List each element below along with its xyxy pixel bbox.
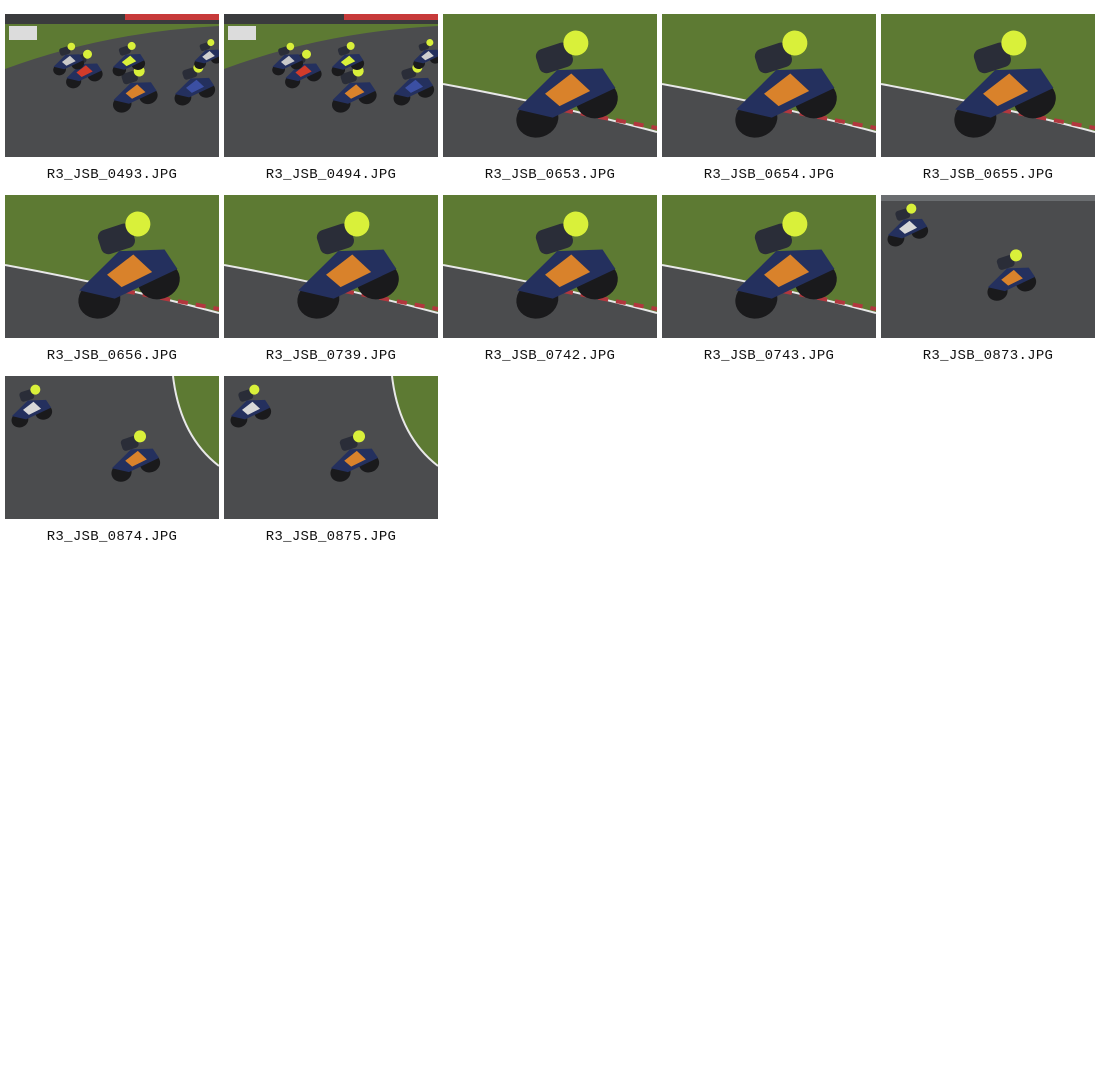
thumbnail-caption[interactable]: R3_JSB_0874.JPG (47, 529, 178, 545)
thumbnail-item[interactable]: R3_JSB_0655.JPG (881, 14, 1095, 195)
thumbnail-caption[interactable]: R3_JSB_0739.JPG (266, 348, 397, 364)
thumbnail-item[interactable]: R3_JSB_0742.JPG (443, 195, 657, 376)
thumbnail-caption[interactable]: R3_JSB_0875.JPG (266, 529, 397, 545)
thumbnail-image[interactable] (224, 376, 438, 519)
thumbnail-image[interactable] (5, 195, 219, 338)
thumbnail-item[interactable]: R3_JSB_0743.JPG (662, 195, 876, 376)
thumbnail-caption[interactable]: R3_JSB_0655.JPG (923, 167, 1054, 183)
thumbnail-item[interactable]: R3_JSB_0874.JPG (5, 376, 219, 557)
thumbnail-item[interactable]: R3_JSB_0875.JPG (224, 376, 438, 557)
thumbnail-item[interactable]: R3_JSB_0493.JPG (5, 14, 219, 195)
thumbnail-image[interactable] (443, 14, 657, 157)
thumbnail-item[interactable]: R3_JSB_0654.JPG (662, 14, 876, 195)
thumbnail-item[interactable]: R3_JSB_0656.JPG (5, 195, 219, 376)
thumbnail-caption[interactable]: R3_JSB_0494.JPG (266, 167, 397, 183)
thumbnail-image[interactable] (443, 195, 657, 338)
gallery-row: R3_JSB_0656.JPG R3_JSB_0739.JPG R3_JSB_0… (5, 195, 1100, 376)
thumbnail-image[interactable] (662, 14, 876, 157)
thumbnail-item[interactable]: R3_JSB_0653.JPG (443, 14, 657, 195)
thumbnail-image[interactable] (662, 195, 876, 338)
thumbnail-image[interactable] (224, 14, 438, 157)
thumbnail-caption[interactable]: R3_JSB_0493.JPG (47, 167, 178, 183)
thumbnail-caption[interactable]: R3_JSB_0654.JPG (704, 167, 835, 183)
thumbnail-image[interactable] (5, 14, 219, 157)
thumbnail-caption[interactable]: R3_JSB_0653.JPG (485, 167, 616, 183)
thumbnail-caption[interactable]: R3_JSB_0656.JPG (47, 348, 178, 364)
thumbnail-item[interactable]: R3_JSB_0494.JPG (224, 14, 438, 195)
thumbnail-caption[interactable]: R3_JSB_0873.JPG (923, 348, 1054, 364)
thumbnail-image[interactable] (224, 195, 438, 338)
thumbnail-image[interactable] (881, 195, 1095, 338)
thumbnail-item[interactable]: R3_JSB_0873.JPG (881, 195, 1095, 376)
thumbnail-image[interactable] (5, 376, 219, 519)
gallery-row: R3_JSB_0874.JPG R3_JSB_0875.JPG (5, 376, 1100, 557)
thumbnail-gallery: R3_JSB_0493.JPG R3_JSB_0494.JPG R3_JSB_0… (5, 14, 1100, 557)
thumbnail-caption[interactable]: R3_JSB_0743.JPG (704, 348, 835, 364)
gallery-row: R3_JSB_0493.JPG R3_JSB_0494.JPG R3_JSB_0… (5, 14, 1100, 195)
thumbnail-image[interactable] (881, 14, 1095, 157)
thumbnail-item[interactable]: R3_JSB_0739.JPG (224, 195, 438, 376)
thumbnail-caption[interactable]: R3_JSB_0742.JPG (485, 348, 616, 364)
